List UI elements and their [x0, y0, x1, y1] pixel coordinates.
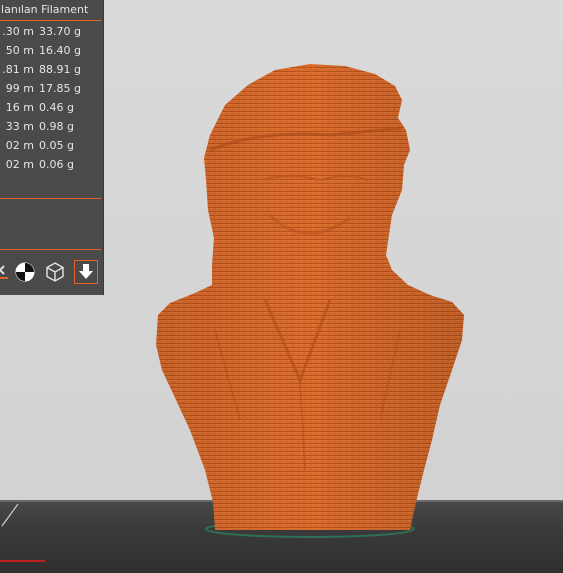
filament-usage-panel: llanılan Filament .30 m 33.70 g 50 m 16.…	[0, 0, 104, 295]
color-scheme-button[interactable]	[0, 260, 14, 284]
panel-title: llanılan Filament	[0, 2, 103, 18]
usage-row: 50 m 16.40 g	[0, 42, 103, 60]
filament-weight: 88.91 g	[39, 63, 81, 76]
view-toolbar	[0, 258, 103, 286]
usage-row: .30 m 33.70 g	[0, 23, 103, 41]
usage-row: 02 m 0.06 g	[0, 156, 103, 174]
toolbar-divider	[0, 249, 101, 250]
color-scheme-icon	[0, 265, 8, 279]
filament-weight: 0.98 g	[39, 120, 74, 133]
filament-weight: 17.85 g	[39, 82, 81, 95]
cube-view-button[interactable]	[43, 260, 67, 284]
filament-weight: 0.06 g	[39, 158, 74, 171]
panel-title-text: llanılan Filament	[0, 3, 89, 16]
export-button[interactable]	[74, 260, 98, 284]
filament-weight: 33.70 g	[39, 25, 81, 38]
header-divider	[0, 20, 101, 21]
usage-row: 02 m 0.05 g	[0, 137, 103, 155]
usage-row: 99 m 17.85 g	[0, 80, 103, 98]
filament-weight: 16.40 g	[39, 44, 81, 57]
cube-view-icon	[46, 262, 64, 282]
filament-length: 50 m	[5, 44, 34, 57]
filament-length: 16 m	[5, 101, 34, 114]
filament-length: 02 m	[5, 139, 34, 152]
filament-length: .81 m	[2, 63, 34, 76]
center-view-button[interactable]	[13, 260, 37, 284]
usage-row: 16 m 0.46 g	[0, 99, 103, 117]
export-arrow-icon	[79, 264, 93, 279]
filament-length: .30 m	[2, 25, 34, 38]
center-view-icon	[15, 262, 35, 282]
filament-weight: 0.05 g	[39, 139, 74, 152]
filament-length: 02 m	[5, 158, 34, 171]
usage-row: 33 m 0.98 g	[0, 118, 103, 136]
section-divider	[0, 198, 101, 199]
filament-length: 99 m	[5, 82, 34, 95]
filament-weight: 0.46 g	[39, 101, 74, 114]
filament-length: 33 m	[5, 120, 34, 133]
usage-row: .81 m 88.91 g	[0, 61, 103, 79]
